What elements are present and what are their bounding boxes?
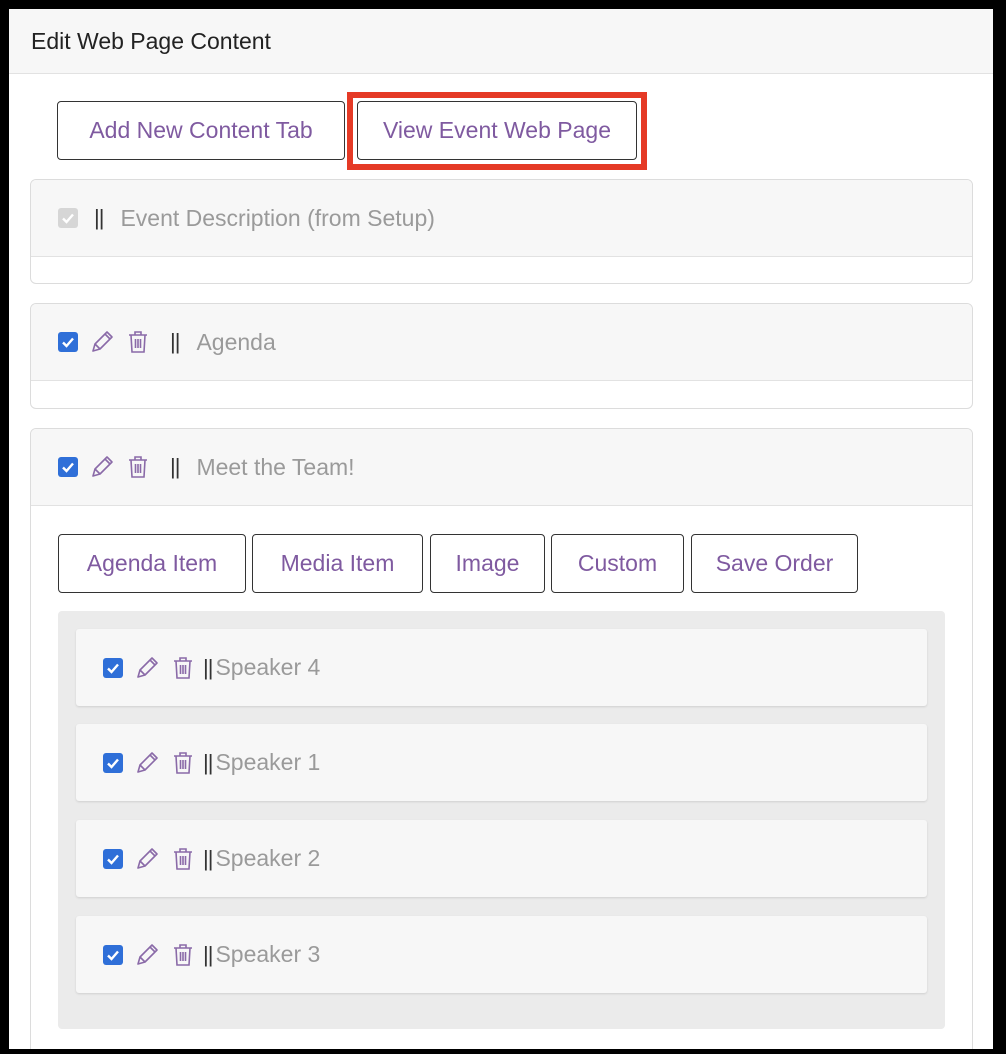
add-custom-button[interactable]: Custom [551, 534, 684, 593]
drag-handle-icon[interactable]: || [203, 846, 213, 872]
drag-handle-icon[interactable]: || [170, 454, 180, 480]
list-item[interactable]: || Speaker 3 [76, 916, 927, 993]
add-image-button[interactable]: Image [430, 534, 545, 593]
save-order-button[interactable]: Save Order [691, 534, 858, 593]
trash-delete-icon[interactable] [171, 846, 195, 872]
item-enabled-checkbox[interactable] [103, 657, 123, 678]
check-icon [107, 663, 119, 674]
pencil-edit-icon[interactable] [89, 454, 115, 480]
add-new-content-tab-button[interactable]: Add New Content Tab [57, 101, 345, 160]
trash-delete-icon[interactable] [126, 454, 150, 480]
list-item[interactable]: || Speaker 4 [76, 629, 927, 706]
content-tab-agenda: || Agenda [30, 303, 973, 409]
check-icon [62, 213, 74, 224]
check-icon [107, 758, 119, 769]
item-enabled-checkbox[interactable] [103, 752, 123, 773]
pencil-edit-icon[interactable] [134, 750, 160, 776]
list-item[interactable]: || Speaker 2 [76, 820, 927, 897]
pencil-edit-icon[interactable] [134, 942, 160, 968]
tab-header: || Event Description (from Setup) [31, 180, 972, 257]
check-icon [107, 854, 119, 865]
tab-header: || Meet the Team! [31, 429, 972, 506]
trash-delete-icon[interactable] [171, 942, 195, 968]
tab-label: Event Description (from Setup) [120, 204, 435, 231]
drag-handle-icon[interactable]: || [94, 205, 104, 231]
item-label: Speaker 2 [215, 845, 321, 871]
tab-enabled-checkbox[interactable] [58, 457, 78, 477]
drag-handle-icon[interactable]: || [170, 329, 180, 355]
highlight-box [347, 92, 647, 170]
add-media-item-button[interactable]: Media Item [252, 534, 423, 593]
tab-label: Agenda [196, 328, 276, 355]
sortable-item-list: || Speaker 4 || Speaker 1 || Speaker 2 |… [58, 611, 945, 1029]
item-enabled-checkbox[interactable] [103, 944, 123, 965]
check-icon [107, 950, 119, 961]
item-enabled-checkbox[interactable] [103, 848, 123, 869]
add-agenda-item-button[interactable]: Agenda Item [58, 534, 246, 593]
drag-handle-icon[interactable]: || [203, 655, 213, 681]
page-title: Edit Web Page Content [31, 27, 271, 54]
item-label: Speaker 3 [215, 941, 321, 967]
trash-delete-icon[interactable] [171, 655, 195, 681]
page-header: Edit Web Page Content [9, 9, 993, 74]
trash-delete-icon[interactable] [126, 329, 150, 355]
pencil-edit-icon[interactable] [134, 655, 160, 681]
drag-handle-icon[interactable]: || [203, 750, 213, 776]
drag-handle-icon[interactable]: || [203, 942, 213, 968]
check-icon [62, 337, 74, 348]
trash-delete-icon[interactable] [171, 750, 195, 776]
edit-web-page-window: Edit Web Page Content Add New Content Ta… [9, 9, 993, 1049]
content-tab-event-description: || Event Description (from Setup) [30, 179, 973, 284]
check-icon [62, 462, 74, 473]
item-label: Speaker 1 [215, 749, 321, 775]
tab-enabled-checkbox[interactable] [58, 332, 78, 352]
tab-label: Meet the Team! [196, 453, 355, 480]
tab-header: || Agenda [31, 304, 972, 381]
pencil-edit-icon[interactable] [89, 329, 115, 355]
tab-enabled-checkbox [58, 208, 78, 228]
pencil-edit-icon[interactable] [134, 846, 160, 872]
list-item[interactable]: || Speaker 1 [76, 724, 927, 801]
item-label: Speaker 4 [215, 654, 321, 680]
